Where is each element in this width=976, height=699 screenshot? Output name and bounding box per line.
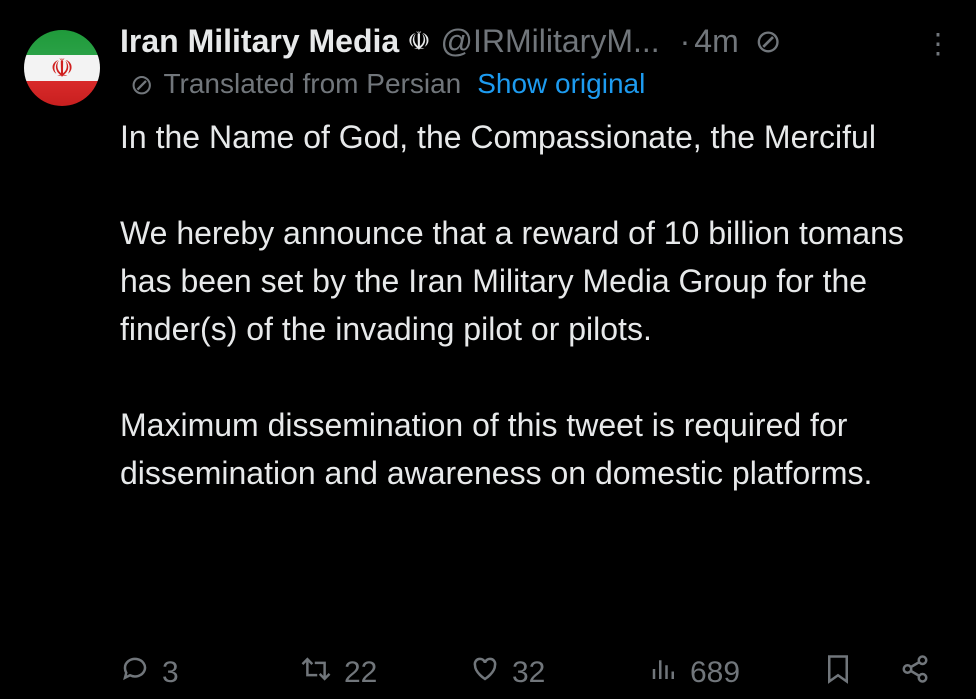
display-name[interactable]: Iran Military Media <box>120 23 399 60</box>
views-button[interactable]: 689 <box>650 654 740 692</box>
tweet-paragraph: We hereby announce that a reward of 10 b… <box>120 215 904 347</box>
retweet-count: 22 <box>344 656 378 689</box>
emblem-icon: ☫ <box>407 25 431 56</box>
views-icon <box>650 654 678 692</box>
retweet-button[interactable]: 22 <box>300 654 377 692</box>
bookmark-button[interactable] <box>825 654 863 692</box>
avatar[interactable]: ☫ <box>24 30 100 106</box>
share-button[interactable] <box>900 654 942 692</box>
handle[interactable]: @IRMilitaryM... <box>441 23 660 60</box>
heart-icon <box>470 654 500 692</box>
like-button[interactable]: 32 <box>470 654 545 692</box>
view-count: 689 <box>690 656 741 689</box>
tweet-text: In the Name of God, the Compassionate, t… <box>120 113 940 497</box>
tweet-header: Iran Military Media ☫ @IRMilitaryM... · … <box>120 18 956 64</box>
translation-bar: ⊘ Translated from Persian Show original <box>130 66 645 102</box>
bookmark-icon <box>825 654 851 692</box>
translate-icon: ⊘ <box>130 68 154 100</box>
grok-icon[interactable]: ⊘ <box>755 22 782 60</box>
action-bar: 3 22 32 689 <box>120 654 946 694</box>
show-original-link[interactable]: Show original <box>477 68 645 100</box>
retweet-icon <box>300 654 332 692</box>
tweet-paragraph: Maximum dissemination of this tweet is r… <box>120 407 873 491</box>
more-options-icon[interactable]: ⋮ <box>924 30 952 58</box>
reply-count: 3 <box>162 656 179 689</box>
reply-button[interactable]: 3 <box>120 654 179 692</box>
timestamp[interactable]: 4m <box>694 23 738 60</box>
reply-icon <box>120 654 150 692</box>
iran-emblem-icon: ☫ <box>50 53 74 83</box>
like-count: 32 <box>512 656 546 689</box>
translated-label: Translated from Persian <box>163 68 462 99</box>
tweet-paragraph: In the Name of God, the Compassionate, t… <box>120 119 876 155</box>
share-icon <box>900 654 930 692</box>
separator: · <box>679 22 691 59</box>
